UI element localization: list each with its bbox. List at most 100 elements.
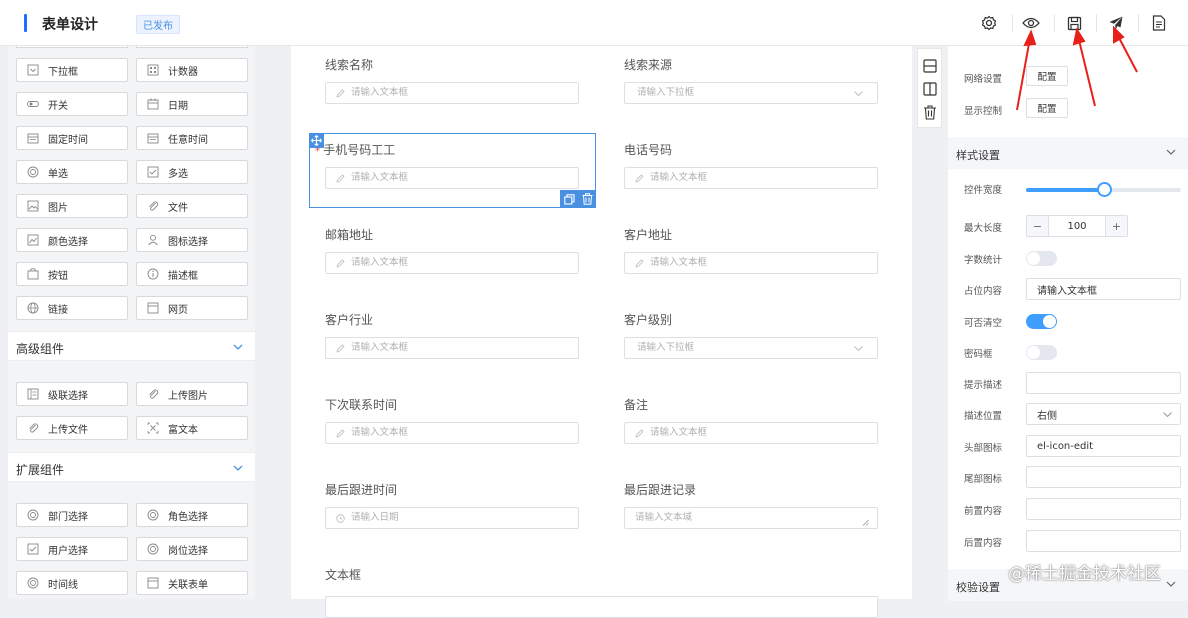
component-advanced-button[interactable]: 级联选择 (16, 382, 128, 406)
text-field[interactable]: 请输入文本框 (624, 167, 878, 189)
component-basic-button[interactable]: 文件 (136, 194, 248, 218)
display-config-button[interactable]: 配置 (1026, 98, 1068, 118)
width-slider-handle[interactable] (1096, 182, 1112, 197)
resize-handle-icon[interactable] (862, 519, 869, 526)
prepend-input[interactable] (1026, 498, 1181, 520)
component-basic-button[interactable]: 日期 (136, 92, 248, 116)
time-icon (27, 133, 39, 144)
chevron-down-icon (854, 346, 863, 351)
decrement-button[interactable]: − (1027, 216, 1049, 236)
component-basic-button[interactable]: 多选 (136, 160, 248, 184)
button-icon (27, 268, 39, 280)
field-label: 电话号码 (624, 141, 672, 158)
component-advanced-button[interactable]: 上传文件 (16, 416, 128, 440)
prefix-icon-input[interactable]: el-icon-edit (1026, 435, 1181, 457)
component-label: 网页 (168, 304, 188, 316)
component-basic-button[interactable]: 链接 (16, 296, 128, 320)
date-field[interactable]: 请输入日期 (325, 507, 579, 529)
width-slider-fill (1026, 188, 1104, 192)
component-basic-button[interactable]: 图标选择 (136, 228, 248, 252)
component-basic-button[interactable]: 单选 (16, 160, 128, 184)
trash-icon[interactable] (923, 105, 937, 120)
copy-icon[interactable] (563, 193, 575, 205)
component-extend-button[interactable]: 用户选择 (16, 537, 128, 561)
component-basic-button[interactable]: 按钮 (16, 262, 128, 286)
text-field[interactable]: 请输入文本框 (624, 252, 878, 274)
richtext-icon (147, 422, 159, 434)
component-basic-button[interactable]: 网页 (136, 296, 248, 320)
component-basic-button[interactable]: 计数器 (136, 58, 248, 82)
field-label-text: 最后跟进记录 (624, 483, 697, 497)
field-label-text: 文本框 (325, 568, 362, 582)
text-field[interactable]: 请输入文本框 (325, 337, 579, 359)
tip-input[interactable] (1026, 372, 1181, 394)
text-field[interactable]: 请输入文本框 (624, 422, 878, 444)
password-switch[interactable] (1026, 345, 1057, 360)
component-basic-button[interactable]: 开关 (16, 92, 128, 116)
increment-button[interactable]: + (1105, 216, 1127, 236)
component-advanced-button[interactable]: 富文本 (136, 416, 248, 440)
chevron-down-icon (233, 344, 243, 350)
component-extend-button[interactable]: 岗位选择 (136, 537, 248, 561)
drag-move-icon[interactable] (309, 133, 324, 148)
group-extend-header[interactable]: 扩展组件 (8, 452, 255, 482)
text-field[interactable]: 请输入文本框 (325, 252, 579, 274)
radio-icon (147, 509, 159, 521)
text-field[interactable]: 请输入文本框 (325, 82, 579, 104)
component-extend-button[interactable]: 角色选择 (136, 503, 248, 527)
settings-icon[interactable] (978, 12, 1000, 34)
preview-eye-icon[interactable] (1020, 12, 1042, 34)
component-basic-button[interactable]: 固定时间 (16, 126, 128, 150)
style-section-header[interactable]: 样式设置 (948, 137, 1188, 169)
group-title: 扩展组件 (16, 463, 65, 477)
suffix-icon-label: 尾部图标 (964, 474, 1003, 485)
tip-position-select[interactable]: 右侧 (1026, 403, 1181, 425)
component-extend-button[interactable]: 关联表单 (136, 571, 248, 595)
append-input[interactable] (1026, 530, 1181, 552)
display-control-label: 显示控制 (964, 106, 1003, 117)
delete-icon[interactable] (582, 193, 593, 205)
publish-send-icon[interactable] (1105, 12, 1127, 34)
component-extend-button[interactable]: 时间线 (16, 571, 128, 595)
radio-icon (27, 166, 39, 178)
component-extend-button[interactable]: 部门选择 (16, 503, 128, 527)
document-icon[interactable] (1148, 12, 1170, 34)
max-length-stepper[interactable]: − 100 + (1026, 215, 1128, 237)
field-label-text: 线索来源 (624, 58, 673, 72)
component-basic-button[interactable]: 任意时间 (136, 126, 248, 150)
width-label: 控件宽度 (964, 185, 1003, 196)
edit-pencil-icon (635, 428, 644, 438)
component-label: 固定时间 (48, 134, 88, 146)
field-label: 文本框 (325, 566, 361, 583)
text-field[interactable]: 请输入文本框 (325, 422, 579, 444)
select-field[interactable]: 请输入下拉框 (624, 337, 878, 359)
component-basic-button[interactable]: 颜色选择 (16, 228, 128, 252)
group-advanced-header[interactable]: 高级组件 (8, 331, 255, 361)
save-icon[interactable] (1063, 12, 1085, 34)
selected-field-outline[interactable] (309, 133, 596, 208)
placeholder-text: 请输入文本框 (351, 257, 409, 268)
component-basic-button[interactable]: 下拉框 (16, 58, 128, 82)
textarea-field[interactable]: 请输入文本域 (624, 507, 878, 529)
clearable-switch[interactable] (1026, 314, 1057, 329)
component-label: 计数器 (168, 66, 198, 78)
suffix-icon-input[interactable] (1026, 466, 1181, 488)
tip-label: 提示描述 (964, 380, 1003, 391)
grid-config-button[interactable]: 配置 (1026, 66, 1068, 86)
word-count-switch[interactable] (1026, 251, 1057, 266)
component-advanced-button[interactable]: 上传图片 (136, 382, 248, 406)
component-label: 链接 (48, 304, 68, 316)
max-length-value[interactable]: 100 (1049, 216, 1105, 236)
component-basic-button[interactable]: 描述框 (136, 262, 248, 286)
placeholder-input[interactable]: 请输入文本框 (1026, 278, 1181, 300)
field-label: 最后跟进时间 (325, 481, 397, 498)
row-layout-icon[interactable] (923, 59, 937, 73)
component-basic-button[interactable]: 图片 (16, 194, 128, 218)
component-label: 单选 (48, 168, 68, 180)
component-label: 描述框 (168, 270, 198, 282)
select-field[interactable]: 请输入下拉框 (624, 82, 878, 104)
width-slider-track[interactable] (1026, 182, 1181, 197)
max-length-label: 最大长度 (964, 223, 1003, 234)
column-layout-icon[interactable] (923, 82, 937, 96)
text-field[interactable] (325, 596, 878, 618)
